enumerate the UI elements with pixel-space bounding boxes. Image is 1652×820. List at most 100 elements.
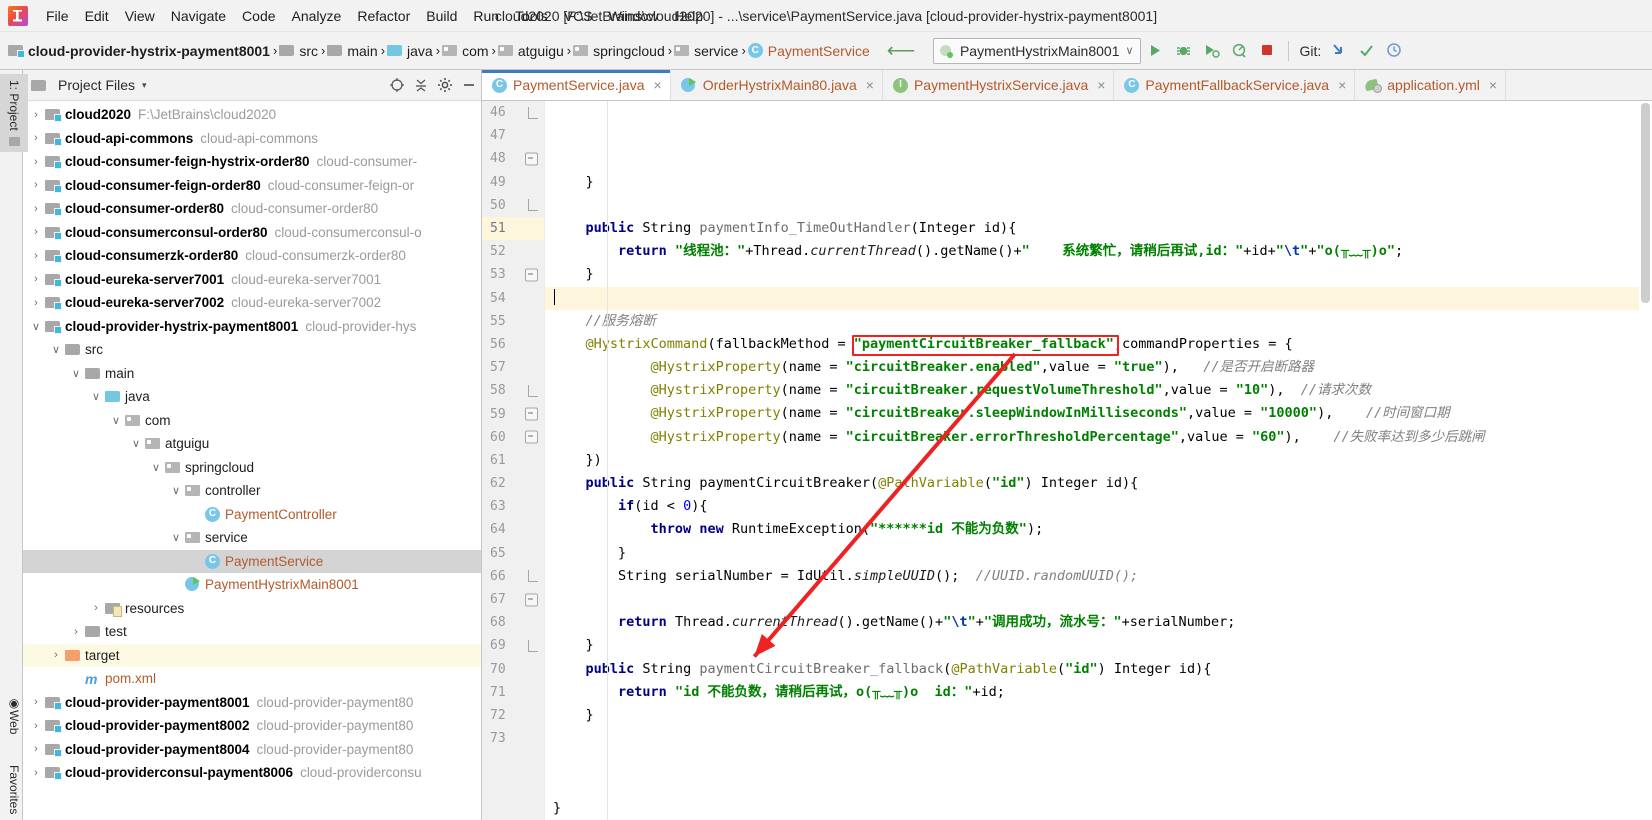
project-tree[interactable]: › cloud2020 F:\JetBrains\cloud2020 › cloud-a… (23, 101, 481, 820)
gutter-line-57[interactable]: 57 (482, 356, 544, 379)
chevron-right-icon[interactable]: › (27, 179, 45, 191)
code-line-70[interactable] (553, 727, 1652, 750)
tree-node-cloud2020[interactable]: › cloud2020 F:\JetBrains\cloud2020 (23, 103, 481, 127)
tree-node-resources[interactable]: › resources (23, 597, 481, 621)
stop-button[interactable] (1255, 38, 1281, 64)
editor-tab-PaymentService.java[interactable]: C PaymentService.java × (482, 70, 671, 100)
code-line-66[interactable]: } (553, 634, 1652, 657)
close-icon[interactable]: × (654, 77, 662, 93)
code-fold-start-icon[interactable] (525, 152, 538, 166)
gutter-line-62[interactable]: 62 (482, 472, 544, 495)
code-line-51[interactable] (545, 286, 1652, 310)
gutter-line-56[interactable]: 56 (482, 333, 544, 356)
collapse-all-button[interactable] (409, 73, 433, 97)
gutter-line-51[interactable]: 51 (482, 216, 544, 241)
gutter-line-58[interactable]: 58 (482, 379, 544, 402)
chevron-right-icon[interactable]: › (27, 250, 45, 262)
chevron-right-icon[interactable]: › (27, 720, 45, 732)
tree-node-cloud-provider-payment8001[interactable]: › cloud-provider-payment8001 cloud-provide… (23, 691, 481, 715)
chevron-down-icon[interactable]: ∨ (67, 367, 85, 380)
gutter-line-53[interactable]: 53 (482, 263, 544, 286)
editor-tab-OrderHystrixMain80.java[interactable]: OrderHystrixMain80.java × (670, 70, 883, 100)
code-line-59[interactable]: public String paymentCircuitBreaker(@Pat… (553, 472, 1652, 495)
gutter-line-61[interactable]: 61 (482, 449, 544, 472)
editor-tab-bar[interactable]: C PaymentService.java × OrderHystrixMain80.… (482, 70, 1652, 101)
close-icon[interactable]: × (866, 77, 874, 93)
gutter-line-70[interactable]: 70 (482, 658, 544, 681)
tree-node-controller[interactable]: ∨ controller (23, 479, 481, 503)
menu-item-tools[interactable]: Tools (507, 5, 556, 27)
editor-tab-PaymentHystrixService.java[interactable]: I PaymentHystrixService.java × (882, 70, 1115, 100)
code-line-64[interactable] (553, 588, 1652, 611)
code-line-50[interactable]: } (553, 263, 1652, 286)
menu-item-analyze[interactable]: Analyze (284, 5, 350, 27)
chevron-down-icon[interactable]: ∨ (127, 437, 145, 450)
code-line-72[interactable] (553, 773, 1652, 796)
tree-node-cloud-consumerzk-order80[interactable]: › cloud-consumerzk-order80 cloud-consumerz… (23, 244, 481, 268)
tree-node-cloud-provider-payment8002[interactable]: › cloud-provider-payment8002 cloud-provide… (23, 714, 481, 738)
code-fold-start-icon[interactable] (525, 593, 538, 607)
gutter-line-66[interactable]: 66 (482, 565, 544, 588)
code-fold-start-icon[interactable] (525, 268, 538, 282)
menu-item-code[interactable]: Code (234, 5, 283, 27)
tree-node-pom.xml[interactable]: m pom.xml (23, 667, 481, 691)
chevron-right-icon[interactable]: › (27, 273, 45, 285)
scrollbar-thumb[interactable] (1641, 103, 1650, 303)
code-fold-start-icon[interactable] (525, 407, 538, 421)
breadcrumb-item-service[interactable]: service (672, 41, 741, 61)
gutter-line-46[interactable]: 46 (482, 101, 544, 124)
code-line-49[interactable]: return "线程池："+Thread.currentThread().get… (553, 240, 1652, 263)
chevron-down-icon[interactable]: ▾ (142, 80, 147, 91)
sidebar-item-project[interactable]: 1: Project (0, 74, 28, 152)
breadcrumb-item-springcloud[interactable]: springcloud (571, 41, 668, 61)
code-fold-start-icon[interactable] (525, 430, 538, 444)
chevron-down-icon[interactable]: ∨ (167, 531, 185, 544)
gutter-line-49[interactable]: 49 (482, 171, 544, 194)
close-icon[interactable]: × (1097, 77, 1105, 93)
code-line-69[interactable]: } (553, 704, 1652, 727)
tree-node-service[interactable]: ∨ service (23, 526, 481, 550)
breadcrumb[interactable]: cloud-provider-hystrix-payment8001 › src › m… (6, 41, 873, 61)
code-line-71[interactable] (553, 750, 1652, 773)
gutter-line-52[interactable]: 52 (482, 240, 544, 263)
code-line-58[interactable]: }) (553, 449, 1652, 472)
tree-node-java[interactable]: ∨ java (23, 385, 481, 409)
chevron-down-icon[interactable]: ∨ (147, 461, 165, 474)
menu-item-run[interactable]: Run (465, 5, 507, 27)
gutter-line-69[interactable]: 69 (482, 634, 544, 657)
chevron-right-icon[interactable]: › (27, 226, 45, 238)
gutter-line-59[interactable]: 59 (482, 402, 544, 425)
chevron-right-icon[interactable]: › (27, 767, 45, 779)
chevron-down-icon[interactable]: ∨ (107, 414, 125, 427)
tree-node-cloud-provider-payment8004[interactable]: › cloud-provider-payment8004 cloud-provide… (23, 738, 481, 762)
code-fold-end-icon[interactable] (528, 570, 538, 583)
scroll-from-source-button[interactable] (385, 73, 409, 97)
tree-node-cloud-consumer-feign-order80[interactable]: › cloud-consumer-feign-order80 cloud-consu… (23, 174, 481, 198)
tree-node-springcloud[interactable]: ∨ springcloud (23, 456, 481, 480)
back-arrow-icon[interactable]: ⟵︎ (887, 41, 921, 61)
menu-item-window[interactable]: Window (601, 5, 667, 27)
debug-button[interactable] (1171, 38, 1197, 64)
gutter-line-67[interactable]: 67 (482, 588, 544, 611)
code-line-62[interactable]: } (553, 542, 1652, 565)
breadcrumb-item-java[interactable]: java (385, 41, 436, 61)
hide-panel-button[interactable] (457, 73, 481, 97)
editor-tab-application.yml[interactable]: application.yml × (1355, 70, 1507, 100)
tree-node-PaymentController[interactable]: C PaymentController (23, 503, 481, 527)
code-line-60[interactable]: if(id < 0){ (553, 495, 1652, 518)
tree-node-PaymentHystrixMain8001[interactable]: PaymentHystrixMain8001 (23, 573, 481, 597)
close-icon[interactable]: × (1489, 77, 1497, 93)
gutter-line-73[interactable]: 73 (482, 727, 544, 750)
code-fold-end-icon[interactable] (528, 639, 538, 652)
gutter-line-71[interactable]: 71 (482, 681, 544, 704)
chevron-right-icon[interactable]: › (67, 626, 85, 638)
code-line-48[interactable]: public String paymentInfo_TimeOutHandler… (553, 217, 1652, 240)
tree-node-test[interactable]: › test (23, 620, 481, 644)
tree-node-cloud-eureka-server7001[interactable]: › cloud-eureka-server7001 cloud-eureka-ser… (23, 268, 481, 292)
gutter-line-47[interactable]: 47 (482, 124, 544, 147)
sidebar-item-favorites[interactable]: Favorites (0, 759, 28, 820)
menu-item-file[interactable]: File (38, 5, 77, 27)
gutter-line-55[interactable]: 55 (482, 310, 544, 333)
profile-button[interactable] (1227, 38, 1253, 64)
tree-node-target[interactable]: › target (23, 643, 481, 667)
